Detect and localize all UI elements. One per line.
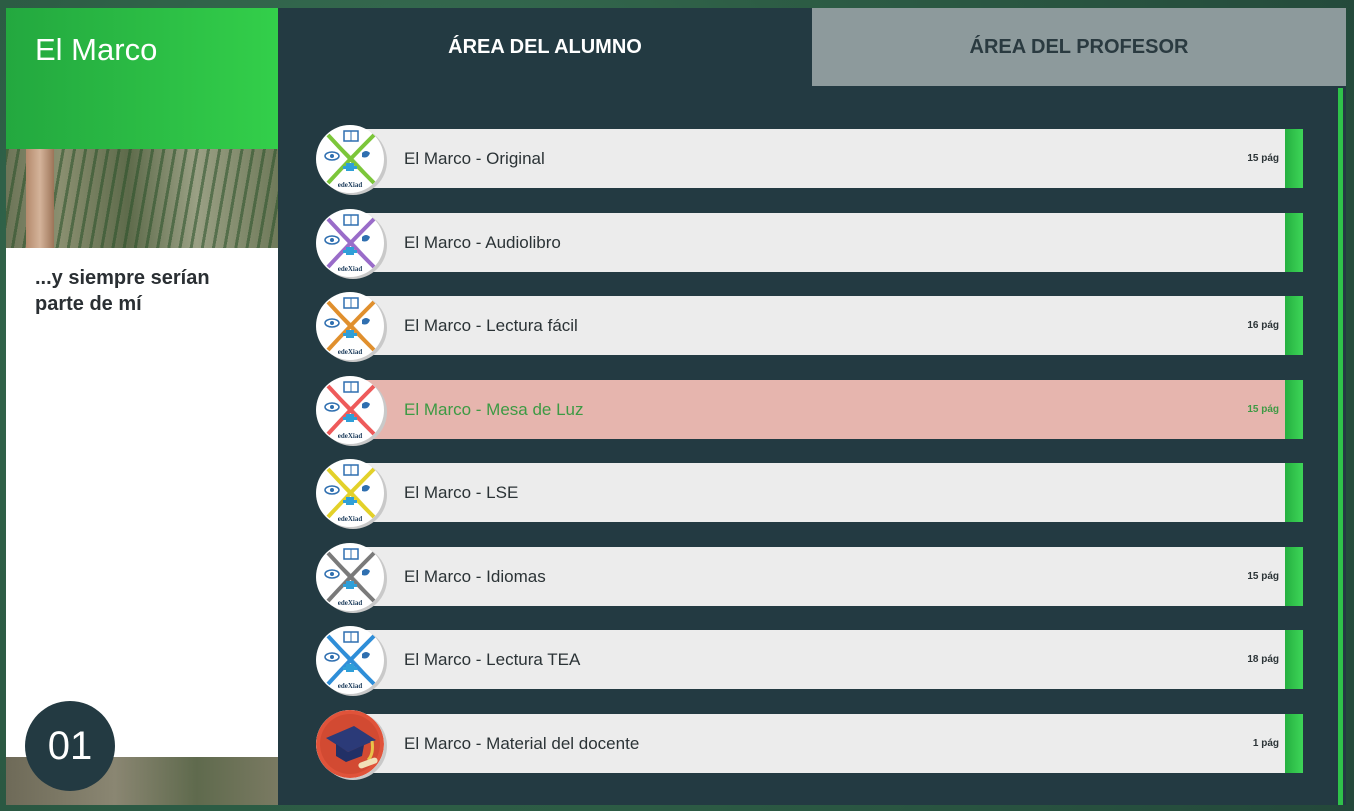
list-item[interactable]: El Marco - Material del docente 1 pág — [316, 710, 1303, 778]
title-box: El Marco — [6, 8, 278, 149]
graduation-cap-icon — [316, 710, 384, 778]
cover-photo-post — [26, 149, 54, 248]
list-item-label: El Marco - Lectura TEA — [404, 650, 581, 669]
list-item[interactable]: El Marco - Mesa de Luz 15 pág edeXiad — [316, 376, 1303, 444]
book-title: El Marco — [35, 32, 158, 67]
edexiad-lectura-tea-icon: edeXiad — [316, 626, 384, 694]
edexiad-audiolibro-icon: edeXiad — [316, 209, 384, 277]
unit-number-badge: 01 — [25, 701, 115, 791]
scrollbar[interactable] — [1338, 88, 1343, 805]
list-item-label: El Marco - Material del docente — [404, 734, 640, 753]
list-item-pages: 18 pág — [1247, 654, 1279, 665]
list-item-endcap — [1285, 714, 1303, 773]
list-item-label: El Marco - Lectura fácil — [404, 316, 578, 335]
edexiad-lectura-facil-icon: edeXiad — [316, 292, 384, 360]
edexiad-original-icon: edeXiad — [316, 125, 384, 193]
right-panel: ÁREA DEL ALUMNO ÁREA DEL PROFESOR El Mar… — [278, 8, 1346, 805]
svg-text:edeXiad: edeXiad — [338, 348, 363, 356]
tab-area-alumno[interactable]: ÁREA DEL ALUMNO — [278, 8, 812, 86]
svg-text:edeXiad: edeXiad — [338, 515, 363, 523]
list-item-label: El Marco - Idiomas — [404, 567, 546, 586]
book-subtitle: ...y siempre serían parte de mí — [35, 267, 210, 315]
list-item-endcap — [1285, 129, 1303, 188]
app-frame: El Marco ...y siempre serían parte de mí… — [6, 8, 1346, 805]
left-panel: El Marco ...y siempre serían parte de mí… — [6, 8, 278, 805]
list-item-endcap — [1285, 630, 1303, 689]
list-item-pages: 15 pág — [1247, 404, 1279, 415]
cover-photo — [6, 149, 278, 248]
svg-text:edeXiad: edeXiad — [338, 181, 363, 189]
list-item-pages: 15 pág — [1247, 153, 1279, 164]
list-item[interactable]: El Marco - LSE edeXiad — [316, 459, 1303, 527]
list-item[interactable]: El Marco - Original 15 pág edeXiad — [316, 125, 1303, 193]
list-item-label: El Marco - Audiolibro — [404, 233, 561, 252]
list-item-endcap — [1285, 463, 1303, 522]
edexiad-idiomas-icon: edeXiad — [316, 543, 384, 611]
list-item-endcap — [1285, 213, 1303, 272]
list-item-pages: 16 pág — [1247, 320, 1279, 331]
list-item[interactable]: El Marco - Idiomas 15 pág edeXiad — [316, 543, 1303, 611]
list-item[interactable]: El Marco - Lectura TEA 18 pág edeXiad — [316, 626, 1303, 694]
list-item[interactable]: El Marco - Audiolibro edeXiad — [316, 209, 1303, 277]
list-item-pages: 15 pág — [1247, 571, 1279, 582]
list-item-endcap — [1285, 296, 1303, 355]
list-item-label: El Marco - LSE — [404, 483, 519, 502]
svg-text:edeXiad: edeXiad — [338, 265, 363, 273]
list-item-endcap — [1285, 547, 1303, 606]
list-item-endcap — [1285, 380, 1303, 439]
tab-area-profesor[interactable]: ÁREA DEL PROFESOR — [812, 8, 1346, 86]
list-item-pages: 1 pág — [1252, 738, 1279, 749]
edexiad-lse-icon: edeXiad — [316, 459, 384, 527]
edexiad-mesa-de-luz-icon: edeXiad — [316, 376, 384, 444]
list-item-label: El Marco - Mesa de Luz — [404, 400, 584, 419]
svg-text:edeXiad: edeXiad — [338, 432, 363, 440]
list-item-label: El Marco - Original — [404, 149, 545, 168]
svg-text:edeXiad: edeXiad — [338, 599, 363, 607]
svg-text:edeXiad: edeXiad — [338, 682, 363, 690]
list-item[interactable]: El Marco - Lectura fácil 16 pág edeXiad — [316, 292, 1303, 360]
